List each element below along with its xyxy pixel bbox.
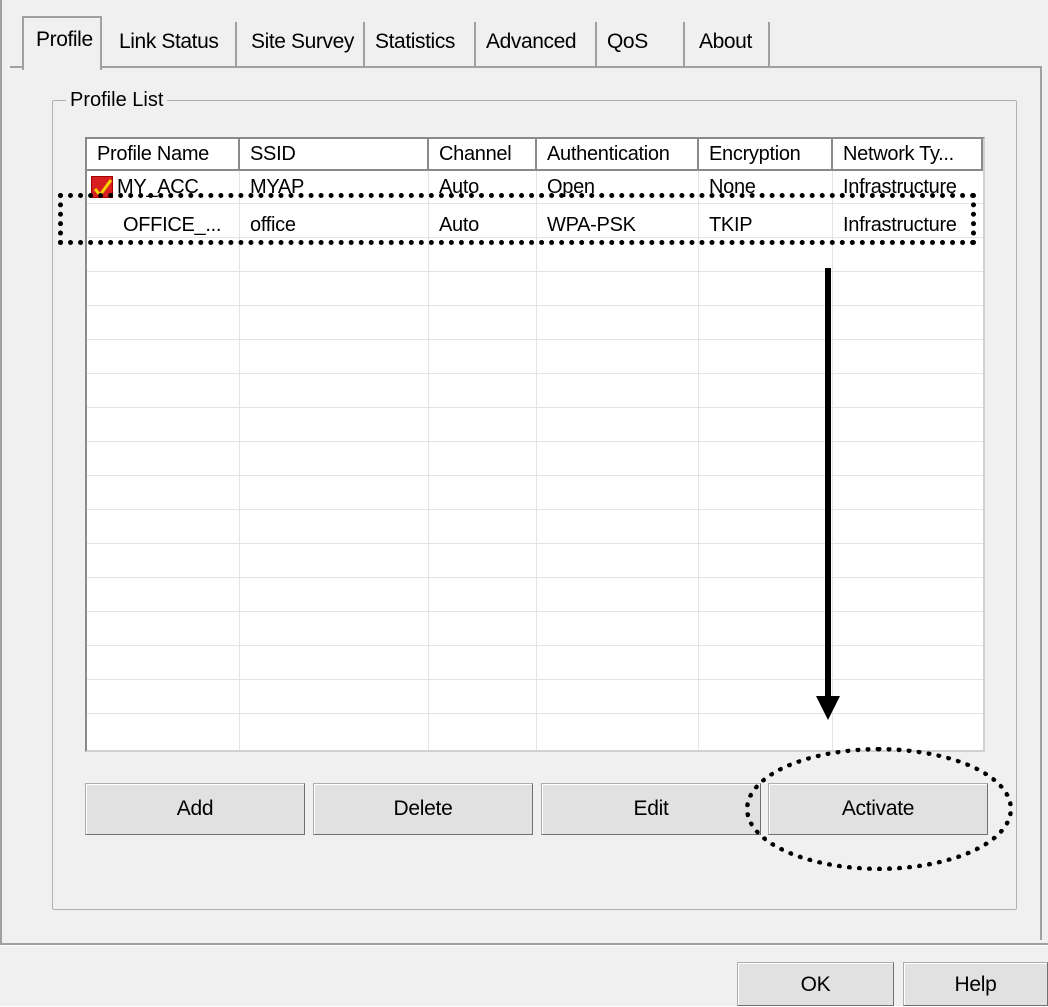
grid-line xyxy=(698,171,699,750)
grid-line xyxy=(87,611,983,612)
column-header-network-type[interactable]: Network Ty... xyxy=(833,139,983,171)
tab-advanced[interactable]: Advanced xyxy=(476,22,597,68)
grid-line xyxy=(87,509,983,510)
tab-site-survey[interactable]: Site Survey xyxy=(237,22,365,68)
delete-button[interactable]: Delete xyxy=(313,783,533,835)
add-button[interactable]: Add xyxy=(85,783,305,835)
annotation-row-highlight xyxy=(58,193,976,245)
grid-line xyxy=(87,339,983,340)
column-header-encryption[interactable]: Encryption xyxy=(699,139,833,171)
grid-line xyxy=(87,645,983,646)
window-border xyxy=(0,0,2,945)
arrow-down-icon xyxy=(816,696,840,720)
grid-line xyxy=(87,475,983,476)
wireless-utility-window: Profile Link Status Site Survey Statisti… xyxy=(0,0,1048,1006)
tab-about[interactable]: About xyxy=(685,22,770,68)
annotation-activate-circle xyxy=(745,747,1013,871)
annotation-arrow-shaft xyxy=(825,268,831,698)
tab-statistics[interactable]: Statistics xyxy=(365,22,476,68)
grid-line xyxy=(239,171,240,750)
grid-line xyxy=(832,171,833,750)
ok-button[interactable]: OK xyxy=(737,962,894,1006)
column-header-channel[interactable]: Channel xyxy=(429,139,537,171)
column-header-profile-name[interactable]: Profile Name xyxy=(87,139,240,171)
tab-qos[interactable]: QoS xyxy=(597,22,685,68)
grid-line xyxy=(536,171,537,750)
grid-line xyxy=(87,271,983,272)
profile-list-title: Profile List xyxy=(66,88,168,112)
column-header-ssid[interactable]: SSID xyxy=(240,139,429,171)
grid-line xyxy=(87,373,983,374)
column-header-authentication[interactable]: Authentication xyxy=(537,139,699,171)
tab-profile[interactable]: Profile xyxy=(22,16,102,70)
grid-line xyxy=(87,713,983,714)
grid-line xyxy=(87,543,983,544)
grid-line xyxy=(87,577,983,578)
footer-divider-highlight xyxy=(0,945,1048,946)
edit-button[interactable]: Edit xyxy=(541,783,761,835)
grid-line xyxy=(87,679,983,680)
grid-line xyxy=(87,305,983,306)
grid-line xyxy=(87,407,983,408)
grid-line xyxy=(87,441,983,442)
tab-link-status[interactable]: Link Status xyxy=(102,22,237,68)
help-button[interactable]: Help xyxy=(903,962,1048,1006)
grid-line xyxy=(428,171,429,750)
